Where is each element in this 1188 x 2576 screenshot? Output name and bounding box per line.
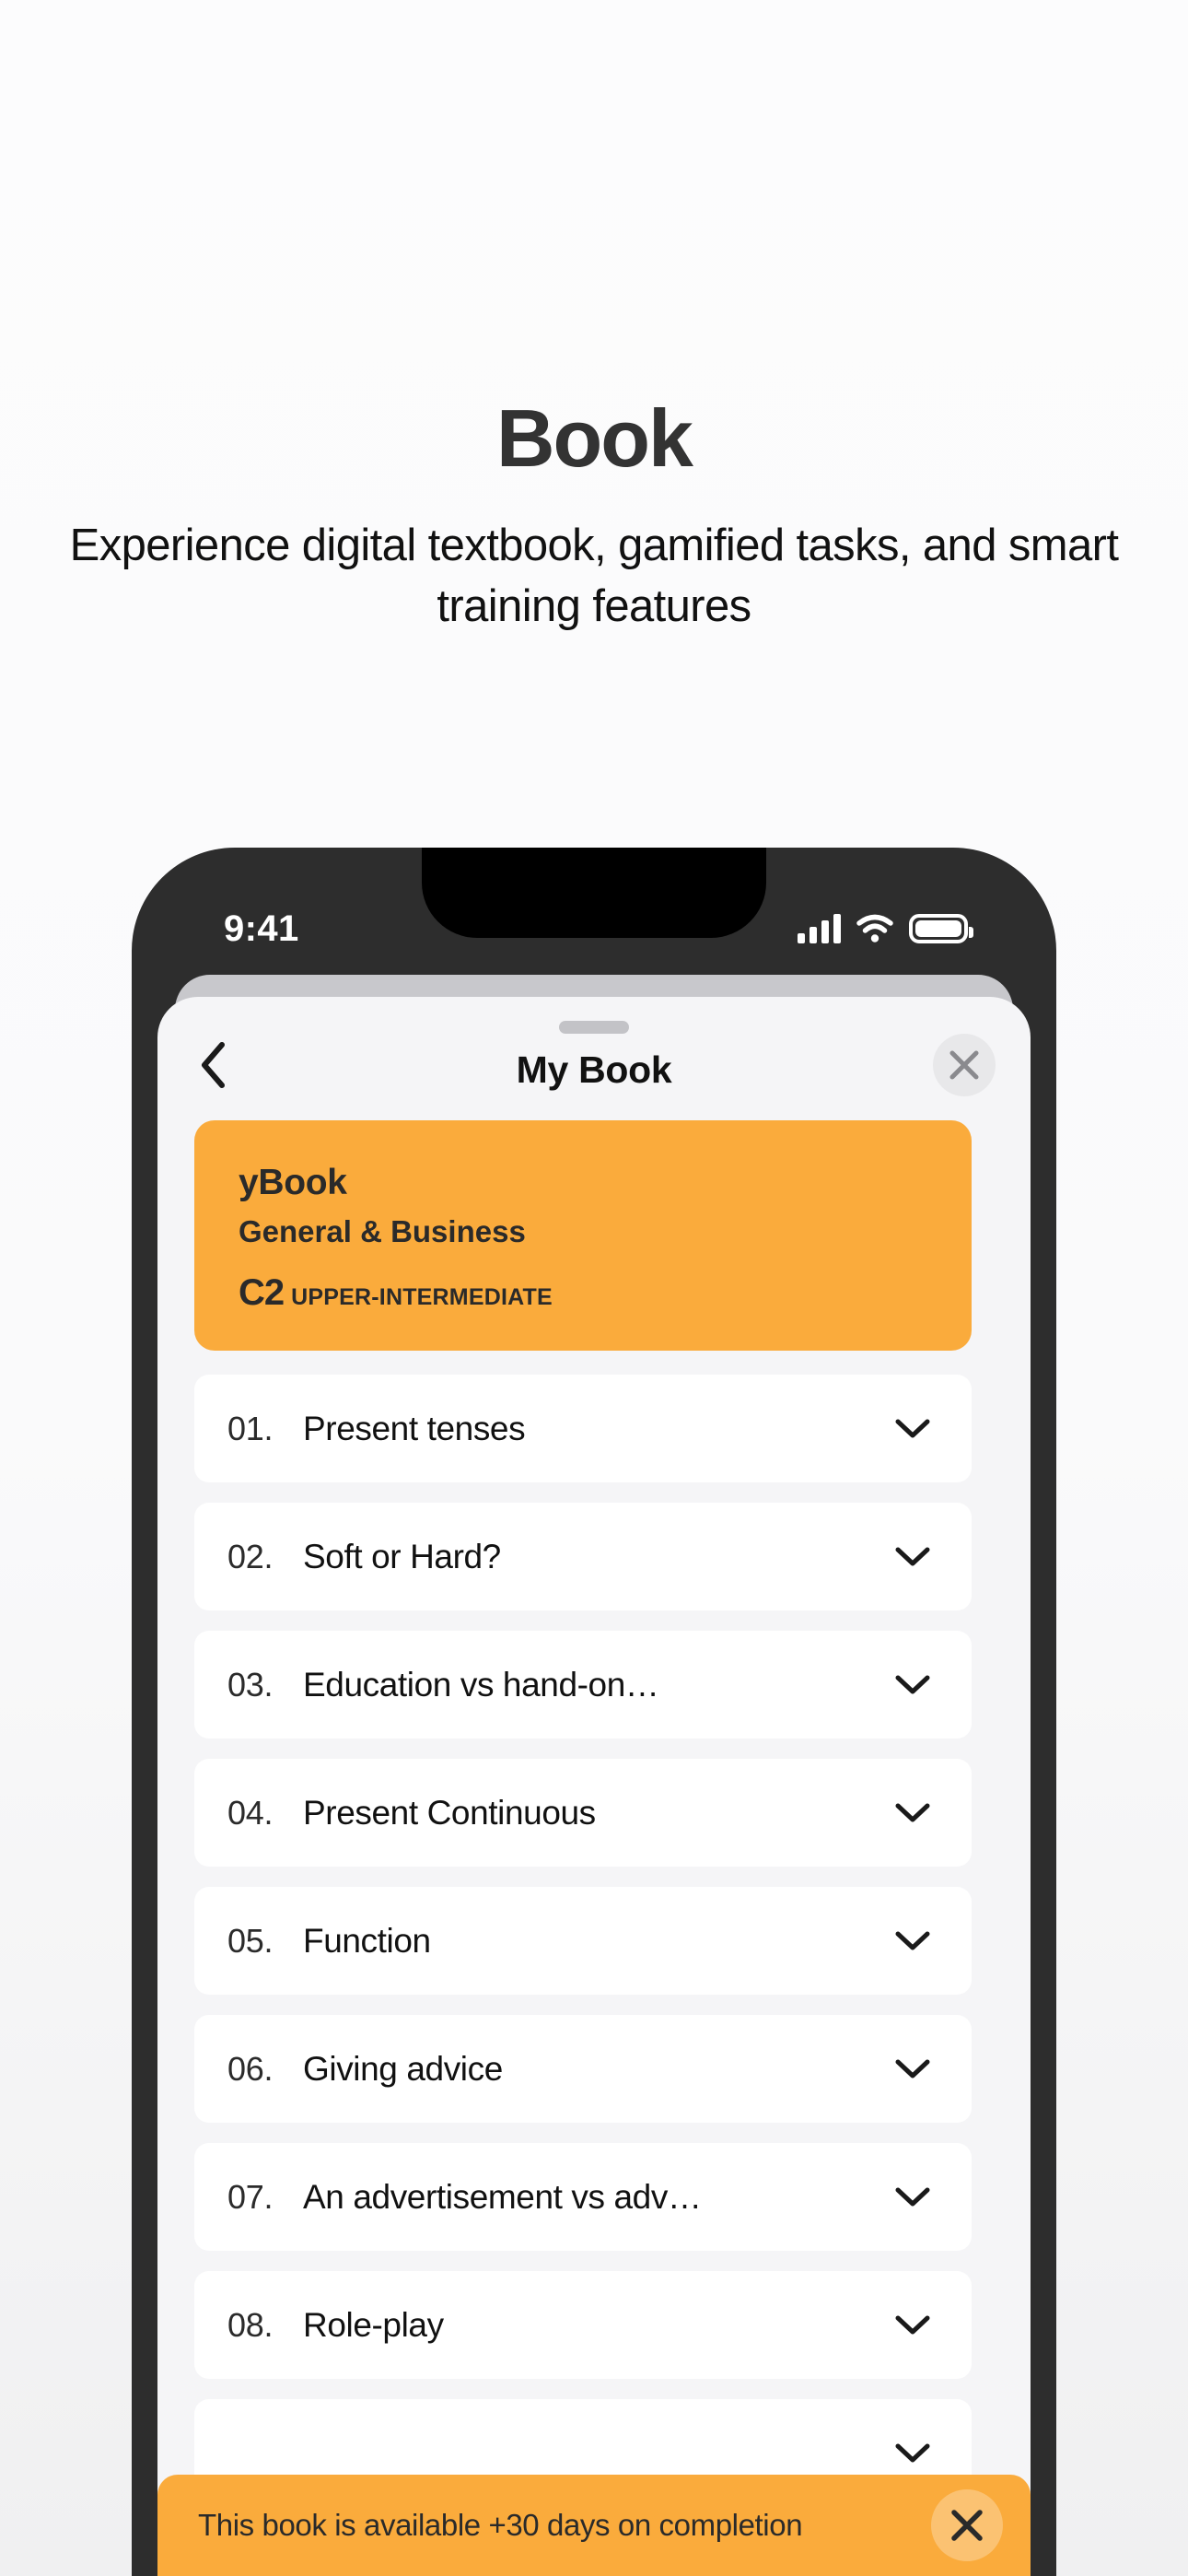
wifi-icon	[856, 914, 893, 943]
close-icon	[949, 1050, 979, 1080]
unit-title: Function	[303, 1921, 431, 1960]
unit-number: 03.	[227, 1665, 274, 1704]
sheet-title: My Book	[516, 1048, 672, 1091]
unit-title: Education vs hand-on…	[303, 1665, 659, 1704]
page-title: Book	[496, 392, 693, 484]
book-category: General & Business	[239, 1214, 526, 1248]
chevron-down-icon[interactable]	[894, 1802, 931, 1824]
unit-title: An advertisement vs adv…	[303, 2177, 702, 2216]
chevron-down-icon[interactable]	[894, 1546, 931, 1568]
chevron-down-icon[interactable]	[894, 1930, 931, 1952]
unit-number: 07.	[227, 2177, 274, 2216]
unit-number: 01.	[227, 1409, 274, 1447]
availability-toast: This book is available +30 days on compl…	[157, 2475, 1031, 2576]
unit-number: 05.	[227, 1921, 274, 1960]
list-item[interactable]: 05. Function	[194, 1887, 972, 1995]
list-item[interactable]: 06. Giving advice	[194, 2015, 972, 2123]
status-bar-time: 9:41	[224, 908, 299, 949]
unit-title: Giving advice	[303, 2049, 503, 2088]
chevron-down-icon[interactable]	[894, 1674, 931, 1696]
unit-title: Present Continuous	[303, 1793, 596, 1832]
toast-message: This book is available +30 days on compl…	[198, 2508, 803, 2542]
chevron-down-icon[interactable]	[894, 2058, 931, 2080]
promo-header: Book Experience digital textbook, gamifi…	[0, 0, 1188, 638]
sheet-header: My Book	[157, 997, 1031, 1109]
status-bar-indicators	[798, 907, 973, 943]
chevron-down-icon[interactable]	[894, 2314, 931, 2336]
chevron-down-icon[interactable]	[894, 2442, 931, 2465]
list-item[interactable]: 08. Role-play	[194, 2271, 972, 2379]
unit-number: 04.	[227, 1793, 274, 1832]
chevron-down-icon[interactable]	[894, 1418, 931, 1440]
list-item[interactable]: 03. Education vs hand-on…	[194, 1631, 972, 1739]
book-summary-card[interactable]: yBook General & Business C2 UPPER-INTERM…	[194, 1120, 972, 1351]
page-subtitle: Experience digital textbook, gamified ta…	[69, 521, 1119, 632]
unit-title: Soft or Hard?	[303, 1537, 501, 1575]
list-item[interactable]: 07. An advertisement vs adv…	[194, 2143, 972, 2251]
book-level-name: UPPER-INTERMEDIATE	[291, 1284, 553, 1310]
unit-number: 06.	[227, 2049, 274, 2088]
battery-icon	[909, 914, 973, 943]
unit-title: Role-play	[303, 2305, 444, 2344]
chevron-down-icon[interactable]	[894, 2186, 931, 2208]
unit-list: 01. Present tenses 02. Soft or Hard? 03.…	[194, 1375, 994, 2507]
book-level: C2 UPPER-INTERMEDIATE	[239, 1272, 927, 1314]
close-icon	[951, 2510, 983, 2541]
unit-title: Present tenses	[303, 1409, 526, 1447]
status-bar: 9:41	[132, 848, 1056, 977]
my-book-sheet: My Book yBook General & Business C2 UPPE…	[157, 997, 1031, 2576]
unit-number: 02.	[227, 1537, 274, 1575]
close-sheet-button[interactable]	[933, 1034, 996, 1096]
book-level-code: C2	[239, 1272, 285, 1313]
signal-bars-icon	[798, 914, 841, 943]
sheet-content: yBook General & Business C2 UPPER-INTERM…	[157, 1109, 1031, 2576]
phone-notch	[422, 848, 766, 938]
list-item[interactable]: 02. Soft or Hard?	[194, 1503, 972, 1610]
list-item[interactable]: 04. Present Continuous	[194, 1759, 972, 1867]
list-item[interactable]: 01. Present tenses	[194, 1375, 972, 1482]
phone-device-frame: 9:41 My Book yBook General & Business C2…	[132, 848, 1056, 2576]
book-name: yBook	[239, 1163, 347, 1202]
unit-number: 08.	[227, 2305, 274, 2344]
dismiss-toast-button[interactable]	[931, 2489, 1003, 2561]
